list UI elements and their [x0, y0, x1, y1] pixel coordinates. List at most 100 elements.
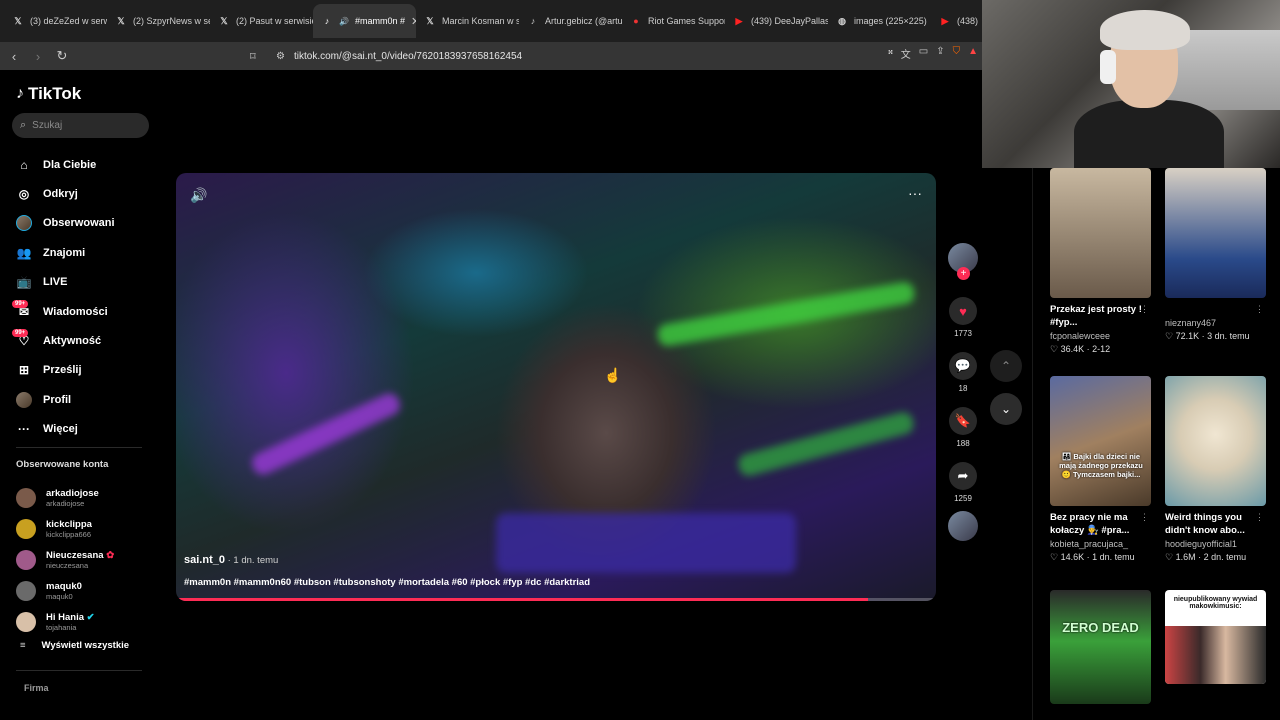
comment-button[interactable]: 💬: [949, 352, 977, 380]
home-icon: ⌂: [20, 157, 28, 172]
video-navigation: ⌃ ⌄: [990, 350, 1022, 436]
avatar: [16, 391, 32, 408]
followed-accounts-list: arkadiojose arkadiojose kickclippa kickcli…: [16, 482, 114, 637]
followed-accounts-title: Obserwowane konta: [16, 459, 109, 470]
search-placeholder: Szukaj: [32, 120, 63, 131]
previous-video-button[interactable]: ⌃: [990, 350, 1022, 382]
heart-outline-icon: ♡: [1050, 552, 1059, 562]
menu-item-znajomi[interactable]: 👥 Znajomi: [16, 238, 115, 267]
video-hashtags[interactable]: #mamm0n #mamm0n60 #tubson #tubsonshoty #…: [184, 577, 590, 588]
show-all-button[interactable]: ≡ Wyświetl wszystkie: [20, 640, 129, 651]
menu-item-przeslij[interactable]: ⊞ Prześlij: [16, 356, 115, 385]
avatar: [16, 487, 36, 508]
browser-tab-active[interactable]: ♪ 🔊 #mamm0n # ✕: [313, 4, 416, 38]
followed-account[interactable]: maquk0 maquk0: [16, 575, 114, 606]
recommended-video[interactable]: ⋮ Przekaz jest prosty ! #fyp... fcponale…: [1050, 168, 1151, 355]
site-info-icon[interactable]: ⚙: [276, 51, 285, 62]
main-menu: ⌂ Dla Ciebie ◎ Odkryj Obserwowani 👥 Znajomi…: [12, 150, 115, 444]
menu-item-aktywnosc[interactable]: ♡ 99+ Aktywność: [12, 326, 115, 355]
more-icon: ···: [18, 422, 30, 437]
video-meta: ♡ 36.4K · 2-12: [1050, 344, 1111, 354]
share-icon[interactable]: ⇪: [936, 46, 944, 61]
recommended-video[interactable]: nieupublikowany wywiad makowkimusic:: [1165, 590, 1266, 684]
search-input[interactable]: ⌕ Szukaj: [12, 113, 149, 138]
live-badge-icon: ✿: [106, 549, 115, 561]
menu-item-live[interactable]: 📺 LIVE: [16, 268, 115, 297]
menu-item-odkryj[interactable]: ◎ Odkryj: [16, 179, 115, 208]
translate-icon[interactable]: 文: [901, 46, 911, 61]
sound-avatar[interactable]: [948, 511, 978, 541]
browser-tab[interactable]: 𝕏 (3) deZeZed w serw: [4, 4, 107, 38]
like-button[interactable]: ♥: [949, 297, 977, 325]
video-author[interactable]: sai.nt_0 · 1 dn. temu: [184, 554, 278, 566]
cast-icon[interactable]: ▭: [919, 46, 928, 61]
recommended-video[interactable]: ZERO DEAD: [1050, 590, 1151, 704]
reload-icon[interactable]: ↻: [52, 48, 72, 64]
video-progress-bar[interactable]: [176, 598, 936, 601]
followed-account[interactable]: Nieuczesana ✿ nieuczesana: [16, 544, 114, 575]
video-meta: ♡ 1.6M · 2 dn. temu: [1165, 552, 1247, 562]
back-icon[interactable]: ‹: [4, 49, 24, 64]
author-avatar[interactable]: +: [948, 243, 978, 280]
menu-label: Prześlij: [43, 364, 82, 377]
account-username: kickclippa666: [46, 529, 92, 539]
avatar: [16, 580, 36, 601]
tiktok-logo[interactable]: ♪ TikTok: [16, 84, 81, 104]
more-options-icon[interactable]: ⋮: [1255, 512, 1264, 523]
video-title: Przekaz jest prosty ! #fyp...: [1050, 304, 1142, 328]
share-button[interactable]: ➦: [949, 462, 977, 490]
browser-tab[interactable]: ♪ Artur.gebicz (@artu: [519, 4, 622, 38]
follow-plus-icon[interactable]: +: [957, 267, 970, 280]
browser-tab[interactable]: 𝕏 (2) Pasut w serwisie: [210, 4, 313, 38]
post-date: 2 dn. temu: [1203, 552, 1247, 562]
followed-account[interactable]: kickclippa kickclippa666: [16, 513, 114, 544]
browser-tab[interactable]: 𝕏 (2) SzpyrNews w se: [107, 4, 210, 38]
brave-rewards-icon[interactable]: ▲: [968, 46, 978, 61]
followed-account[interactable]: Hi Hania ✔ tojahania: [16, 606, 114, 637]
recommended-video[interactable]: 👨‍👩‍👧 Bajki dla dzieci nie mają żadnego …: [1050, 376, 1151, 563]
menu-item-profil[interactable]: Profil: [16, 385, 115, 414]
bookmark-icon[interactable]: ⌑: [250, 50, 256, 63]
browser-tab[interactable]: ● Riot Games Support: [622, 4, 725, 38]
browser-tab[interactable]: ◍ images (225×225): [828, 4, 931, 38]
no-translate-icon[interactable]: 𝄪: [888, 46, 893, 61]
share-arrow-icon: ➦: [957, 468, 969, 483]
forward-icon[interactable]: ›: [28, 49, 48, 64]
video-author: fcponalewceee: [1050, 331, 1111, 341]
browser-tab[interactable]: ▶ (439) DeeJayPallasi: [725, 4, 828, 38]
menu-item-wiecej[interactable]: ··· Więcej: [16, 415, 115, 444]
url-field[interactable]: ⌑ ⚙ tiktok.com/@sai.nt_0/video/762018393…: [248, 45, 978, 67]
heart-icon: ♥: [959, 303, 967, 319]
more-options-icon[interactable]: ···: [908, 185, 922, 201]
more-options-icon[interactable]: ⋮: [1140, 304, 1149, 315]
menu-item-wiadomosci[interactable]: ✉ 99+ Wiadomości: [12, 297, 115, 326]
browser-tab[interactable]: ▶ (438) M: [931, 4, 981, 38]
brave-shield-icon[interactable]: ⛉: [953, 46, 961, 61]
more-options-icon[interactable]: ⋮: [1140, 512, 1149, 523]
menu-label: Aktywność: [43, 335, 102, 348]
more-options-icon[interactable]: ⋮: [1255, 304, 1264, 315]
menu-item-dla-ciebie[interactable]: ⌂ Dla Ciebie: [16, 150, 115, 179]
next-video-button[interactable]: ⌄: [990, 393, 1022, 425]
followed-account[interactable]: arkadiojose arkadiojose: [16, 482, 114, 513]
recommended-videos: ⋮ Przekaz jest prosty ! #fyp... fcponale…: [1032, 168, 1280, 720]
video-thumbnail: nieupublikowany wywiad makowkimusic:: [1165, 590, 1266, 684]
recommended-video[interactable]: ⋮ Weird things you didn't know abo... ho…: [1165, 376, 1266, 563]
logo-text: TikTok: [28, 84, 82, 103]
menu-label: LIVE: [43, 276, 68, 289]
post-date: 2-12: [1092, 344, 1111, 354]
save-button[interactable]: 🔖: [949, 407, 977, 435]
author-name: sai.nt_0: [184, 554, 225, 566]
footer-link-firma[interactable]: Firma: [24, 683, 49, 693]
menu-label: Profil: [43, 393, 72, 406]
video-player[interactable]: 🔊 ··· ☝ sai.nt_0 · 1 dn. temu #mamm0n #m…: [176, 173, 936, 601]
video-thumbnail: [1165, 376, 1266, 506]
volume-icon[interactable]: 🔊: [190, 187, 207, 204]
menu-item-obserwowani[interactable]: Obserwowani: [16, 209, 115, 238]
video-author: nieznany467: [1165, 318, 1217, 328]
show-all-label: Wyświetl wszystkie: [41, 640, 130, 651]
browser-tab[interactable]: 𝕏 Marcin Kosman w se: [416, 4, 519, 38]
tab-label: (3) deZeZed w serw: [30, 16, 107, 26]
recommended-video[interactable]: ⋮ nieznany467 ♡ 72.1K · 3 dn. temu: [1165, 168, 1266, 342]
avatar: [16, 215, 32, 232]
